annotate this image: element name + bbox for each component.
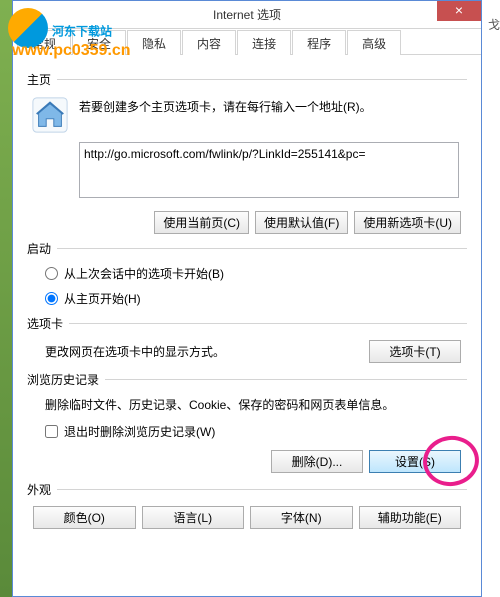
use-default-button[interactable]: 使用默认值(F) <box>255 211 348 234</box>
divider <box>105 379 467 380</box>
section-tabs-label: 选项卡 <box>27 315 63 332</box>
tab-strip: 常规 安全 隐私 内容 连接 程序 高级 <box>13 29 481 55</box>
section-tabs-header: 选项卡 <box>27 315 467 332</box>
radio-label: 从上次会话中的选项卡开始(B) <box>64 265 224 282</box>
use-current-button[interactable]: 使用当前页(C) <box>154 211 249 234</box>
appearance-button-row: 颜色(O) 语言(L) 字体(N) 辅助功能(E) <box>27 506 467 529</box>
close-button[interactable]: × <box>437 1 481 21</box>
tabs-options-button[interactable]: 选项卡(T) <box>369 340 461 363</box>
homepage-url-input[interactable] <box>79 142 459 198</box>
tabs-options-text: 更改网页在选项卡中的显示方式。 <box>45 343 225 360</box>
tab-connections[interactable]: 连接 <box>237 30 291 55</box>
tab-general[interactable]: 常规 <box>17 30 71 55</box>
section-homepage-header: 主页 <box>27 71 467 88</box>
delete-history-button[interactable]: 删除(D)... <box>271 450 363 473</box>
tabs-options-row: 更改网页在选项卡中的显示方式。 选项卡(T) <box>45 340 461 363</box>
history-settings-button[interactable]: 设置(S) <box>369 450 461 473</box>
section-startup-header: 启动 <box>27 240 467 257</box>
radio-input[interactable] <box>45 267 58 280</box>
radio-label: 从主页开始(H) <box>64 290 141 307</box>
section-appearance-label: 外观 <box>27 481 51 498</box>
home-icon <box>31 96 69 134</box>
use-newtab-button[interactable]: 使用新选项卡(U) <box>354 211 461 234</box>
colors-button[interactable]: 颜色(O) <box>33 506 136 529</box>
checkbox-input[interactable] <box>45 425 58 438</box>
history-description: 删除临时文件、历史记录、Cookie、保存的密码和网页表单信息。 <box>45 396 461 413</box>
section-history-header: 浏览历史记录 <box>27 371 467 388</box>
tab-advanced[interactable]: 高级 <box>347 30 401 55</box>
internet-options-dialog: Internet 选项 × 常规 安全 隐私 内容 连接 程序 高级 主页 若要… <box>12 0 482 597</box>
section-history-label: 浏览历史记录 <box>27 371 99 388</box>
titlebar[interactable]: Internet 选项 × <box>13 1 481 29</box>
radio-input[interactable] <box>45 292 58 305</box>
startup-homepage-radio[interactable]: 从主页开始(H) <box>45 290 467 307</box>
delete-on-exit-checkbox[interactable]: 退出时删除浏览历史记录(W) <box>45 423 461 440</box>
languages-button[interactable]: 语言(L) <box>142 506 245 529</box>
accessibility-button[interactable]: 辅助功能(E) <box>359 506 462 529</box>
fonts-button[interactable]: 字体(N) <box>250 506 353 529</box>
homepage-instruction: 若要创建多个主页选项卡，请在每行输入一个地址(R)。 <box>79 98 372 115</box>
startup-last-session-radio[interactable]: 从上次会话中的选项卡开始(B) <box>45 265 467 282</box>
divider <box>69 323 467 324</box>
right-edge-text: 戈 <box>488 12 500 40</box>
divider <box>57 79 467 80</box>
checkbox-label: 退出时删除浏览历史记录(W) <box>64 423 215 440</box>
tab-security[interactable]: 安全 <box>72 30 126 55</box>
window-title: Internet 选项 <box>213 6 281 23</box>
tab-panel-general: 主页 若要创建多个主页选项卡，请在每行输入一个地址(R)。 使用当前页(C) 使… <box>13 55 481 547</box>
startup-radio-group: 从上次会话中的选项卡开始(B) 从主页开始(H) <box>45 265 467 307</box>
history-button-row: 删除(D)... 设置(S) <box>27 450 467 473</box>
divider <box>57 248 467 249</box>
tab-privacy[interactable]: 隐私 <box>127 30 181 55</box>
section-startup-label: 启动 <box>27 240 51 257</box>
left-decorative-edge <box>0 0 12 597</box>
homepage-button-row: 使用当前页(C) 使用默认值(F) 使用新选项卡(U) <box>27 211 467 234</box>
divider <box>57 489 467 490</box>
tab-content[interactable]: 内容 <box>182 30 236 55</box>
homepage-row: 若要创建多个主页选项卡，请在每行输入一个地址(R)。 <box>27 96 467 134</box>
tab-programs[interactable]: 程序 <box>292 30 346 55</box>
section-appearance-header: 外观 <box>27 481 467 498</box>
section-homepage-label: 主页 <box>27 71 51 88</box>
